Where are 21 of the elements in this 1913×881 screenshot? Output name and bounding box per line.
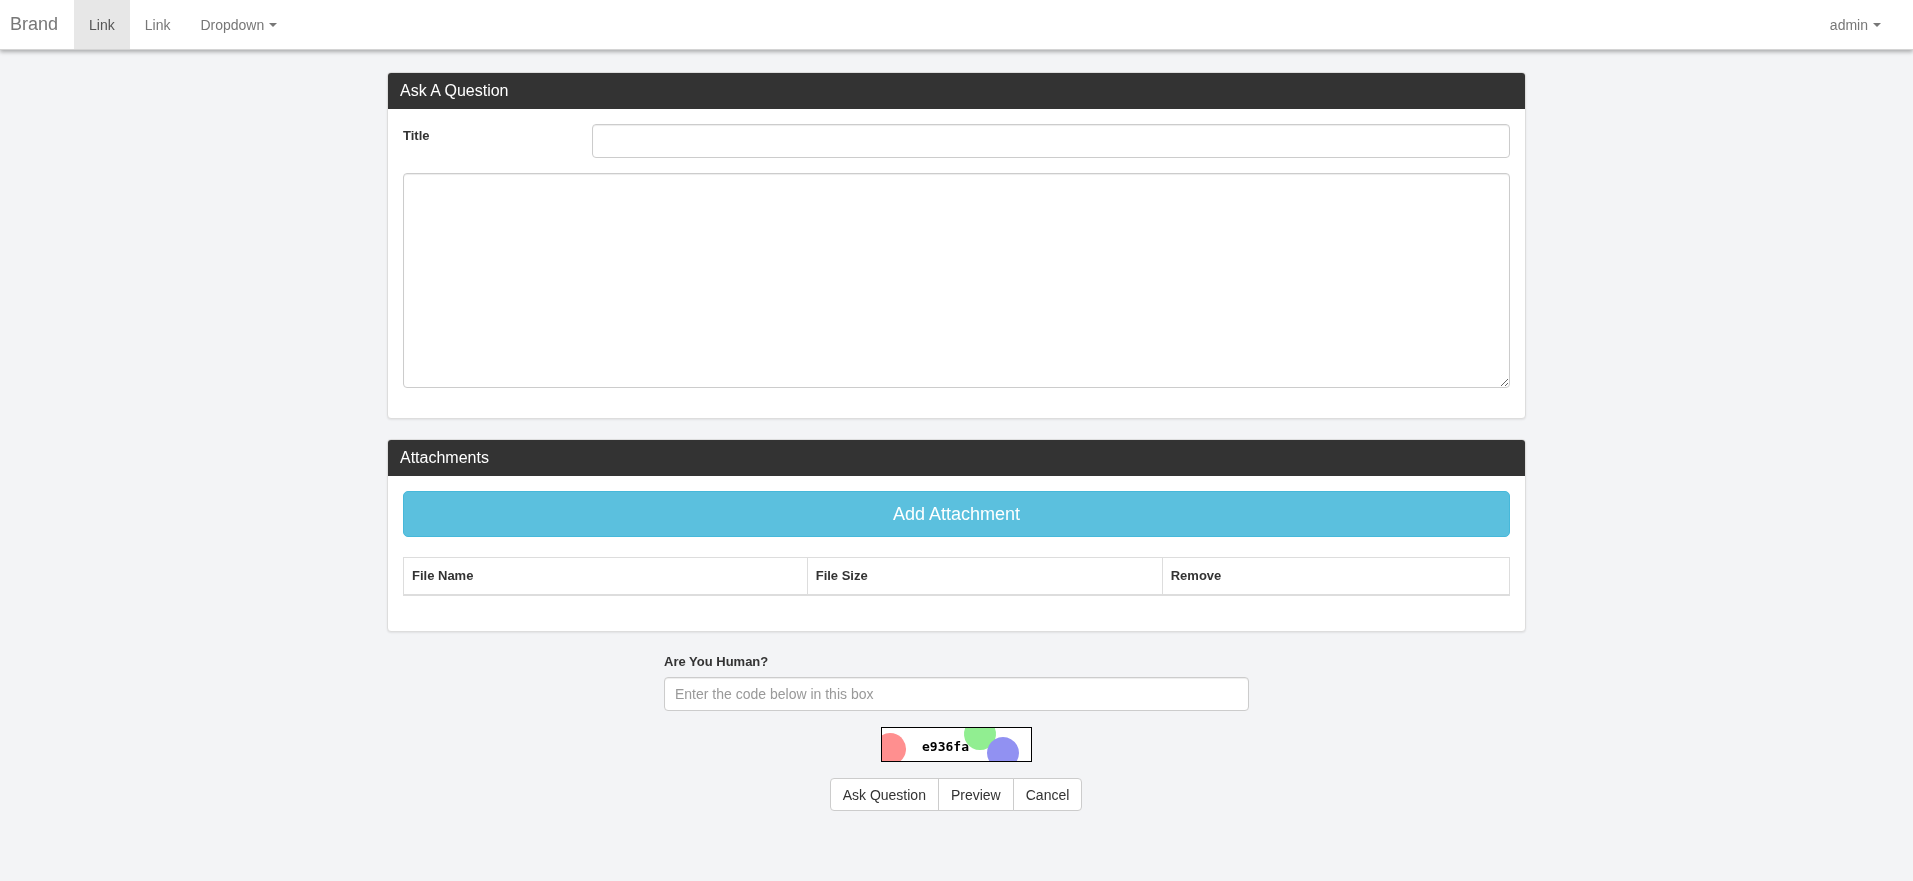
panel-heading: Ask A Question xyxy=(388,73,1525,109)
captcha-input[interactable]: Enter the code below in this box xyxy=(664,677,1249,711)
nav-link[interactable]: Link xyxy=(74,0,130,49)
column-header: File Name xyxy=(403,557,808,595)
user-menu[interactable]: admin xyxy=(1814,0,1896,49)
form-button[interactable]: Cancel xyxy=(1012,778,1083,811)
field-label: Title xyxy=(403,127,430,144)
title-input[interactable] xyxy=(592,124,1510,158)
nav-link[interactable]: Link xyxy=(129,0,186,49)
column-header: File Size xyxy=(807,557,1163,595)
question-textarea[interactable] xyxy=(403,173,1510,388)
captcha-code: e936fa xyxy=(922,738,969,754)
form-button[interactable]: Ask Question xyxy=(829,778,939,811)
column-header: Remove xyxy=(1162,557,1510,595)
brand-link[interactable]: Brand xyxy=(0,0,75,49)
field-label: Are You Human? xyxy=(664,653,769,671)
form-button[interactable]: Preview xyxy=(937,778,1014,811)
caret-icon xyxy=(1873,22,1881,27)
caret-icon xyxy=(269,22,278,27)
panel-heading: Attachments xyxy=(388,440,1525,476)
dropdown-menu[interactable]: Dropdown xyxy=(185,0,293,49)
